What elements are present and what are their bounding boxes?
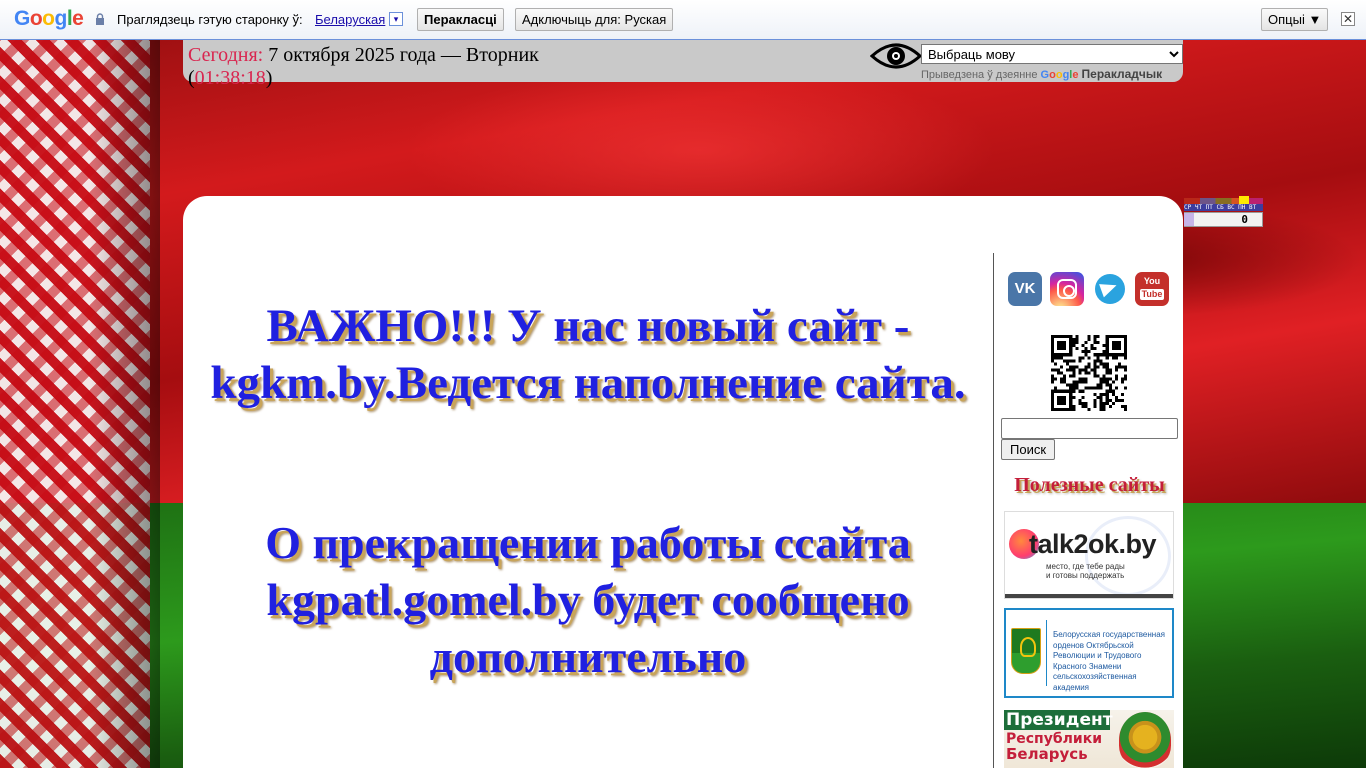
youtube-icon[interactable]: You Tube — [1135, 272, 1169, 306]
talk2ok-subtitle: место, где тебе рады и готовы поддержать — [1046, 562, 1125, 580]
sidebar-divider — [993, 253, 994, 768]
google-logo: Google — [14, 7, 84, 30]
talk2ok-title: talk2ok.by — [1029, 529, 1157, 559]
qr-code — [1051, 335, 1127, 411]
academy-text: Белорусская государственная орденов Октя… — [1053, 630, 1165, 692]
language-dropdown-icon[interactable]: ▾ — [389, 12, 403, 26]
date-text: 7 октября 2025 года — Вторник — [263, 44, 539, 66]
date-label: Сегодня: — [188, 44, 264, 66]
close-icon[interactable]: ✕ — [1341, 12, 1355, 26]
useful-sites-title: Полезные сайты — [1014, 474, 1165, 496]
lock-icon — [96, 13, 104, 25]
current-time: 01:38:18 — [194, 67, 266, 89]
search-input[interactable] — [1001, 418, 1178, 439]
translator-link[interactable]: Перакладчык — [1082, 67, 1163, 81]
translate-button[interactable]: Перакласці — [417, 8, 504, 31]
translate-options-button[interactable]: Опцыі ▼ — [1261, 8, 1329, 31]
google-translate-bar: Google Праглядзець гэтую старонку ў: Бел… — [0, 0, 1366, 40]
talk2ok-banner[interactable]: talk2ok.by место, где тебе рады и готовы … — [1004, 511, 1174, 599]
academy-banner[interactable]: Белорусская государственная орденов Октя… — [1004, 608, 1174, 698]
translate-language-link[interactable]: Беларуская — [315, 12, 385, 27]
announcement-shutdown: О прекращении работы ссайта kgpatl.gomel… — [265, 517, 911, 682]
eye-icon[interactable] — [870, 40, 922, 72]
counter-value: 0 — [1184, 212, 1263, 227]
academy-emblem-icon — [1011, 628, 1041, 674]
powered-by-google: Прыведзена ў дзеянне Google Перакладчык — [921, 67, 1163, 81]
visit-counter[interactable]: СР ЧТ ПТ СБ ВС ПН ВТ 0 — [1184, 196, 1263, 227]
announcement-new-site: ВАЖНО!!! У нас новый сайт - kgkm.by.Веде… — [210, 300, 966, 409]
counter-arrow-icon — [1184, 213, 1194, 226]
telegram-icon[interactable] — [1093, 272, 1127, 306]
google-mini-logo: Google — [1040, 69, 1079, 81]
counter-days: СР ЧТ ПТ СБ ВС ПН ВТ — [1184, 204, 1263, 211]
disable-translation-button[interactable]: Адключыць для: Руская — [515, 8, 674, 31]
language-select[interactable]: Выбраць мову — [921, 44, 1183, 64]
instagram-icon[interactable] — [1050, 272, 1084, 306]
date-header: Сегодня: 7 октября 2025 года — Вторник (0… — [183, 40, 1183, 89]
search-button[interactable]: Поиск — [1001, 439, 1056, 460]
vk-icon[interactable]: VK — [1008, 272, 1042, 306]
translate-prompt: Праглядзець гэтую старонку ў: — [117, 12, 303, 27]
president-banner[interactable]: Президент Республики Беларусь — [1004, 710, 1174, 768]
current-date: Сегодня: 7 октября 2025 года — Вторник (0… — [188, 44, 539, 89]
main-panel: ВАЖНО!!! У нас новый сайт - kgkm.by.Веде… — [183, 196, 1183, 768]
belarus-emblem-icon — [1119, 712, 1171, 768]
